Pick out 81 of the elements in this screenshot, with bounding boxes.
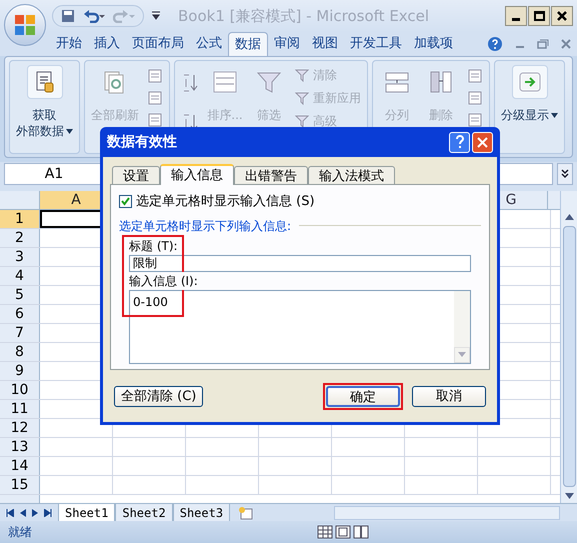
ribbon-tab[interactable]: 公式 (190, 32, 228, 56)
row-header[interactable]: 15 (0, 476, 40, 494)
first-sheet-icon[interactable] (6, 508, 14, 516)
message-field[interactable]: 0-100 (129, 290, 471, 364)
ribbon-tab[interactable]: 审阅 (268, 32, 306, 56)
previous-sheet-icon[interactable] (20, 508, 26, 516)
help-icon[interactable] (487, 36, 503, 52)
dialog-tab[interactable]: 出错警告 (234, 166, 308, 184)
row-header[interactable]: 9 (0, 362, 40, 380)
checkbox-label: 选定单元格时显示输入信息 (S) (136, 193, 315, 211)
funnel-icon (295, 68, 309, 82)
row-header[interactable]: 2 (0, 229, 40, 247)
ribbon-tab[interactable]: 开始 (50, 32, 88, 56)
ribbon-tab[interactable]: 插入 (88, 32, 126, 56)
row-header[interactable]: 13 (0, 438, 40, 456)
dialog-title: 数据有效性 (107, 132, 177, 152)
page-break-icon[interactable] (353, 525, 369, 539)
maximize-button[interactable] (528, 6, 550, 26)
row-header[interactable]: 5 (0, 286, 40, 304)
ribbon-tab[interactable]: 加载项 (408, 32, 459, 56)
field-label: 标题 (T): (129, 238, 179, 254)
ribbon-tab[interactable]: 页面布局 (126, 32, 190, 56)
close-button[interactable] (551, 6, 573, 26)
row-header[interactable]: 12 (0, 419, 40, 437)
table-icon (211, 69, 239, 95)
next-sheet-icon[interactable] (32, 508, 38, 516)
row-header[interactable]: 14 (0, 457, 40, 475)
sheet-tab[interactable]: Sheet1 (58, 504, 116, 522)
close-icon (557, 11, 567, 21)
scroll-up-icon[interactable] (564, 214, 574, 220)
sheet-tab[interactable]: Sheet2 (115, 504, 173, 522)
funnel-icon (295, 91, 309, 105)
vertical-scrollbar[interactable] (560, 191, 577, 503)
help-button[interactable] (449, 132, 470, 152)
customize-toolbar-icon[interactable] (152, 11, 160, 21)
chevron-down-icon (561, 169, 569, 179)
section-label: 选定单元格时显示下列输入信息: (119, 218, 292, 234)
ribbon-tab[interactable]: 视图 (306, 32, 344, 56)
horizontal-scrollbar[interactable] (334, 506, 560, 520)
row-header[interactable]: 11 (0, 400, 40, 418)
save-icon[interactable] (61, 9, 75, 23)
dialog-tab[interactable]: 设置 (112, 166, 160, 184)
normal-view-icon[interactable] (317, 525, 333, 539)
close-icon[interactable] (561, 39, 571, 49)
last-sheet-icon[interactable] (44, 508, 52, 516)
undo-icon[interactable] (83, 9, 105, 23)
title-field[interactable]: 限制 (129, 254, 471, 272)
dialog-tab[interactable]: 输入信息 (160, 164, 234, 185)
row-header[interactable]: 8 (0, 343, 40, 361)
ribbon-button[interactable]: 获取 外部数据 (12, 61, 77, 139)
page-layout-icon[interactable] (335, 525, 351, 539)
help-icon (454, 135, 464, 149)
insert-sheet-icon[interactable] (238, 506, 254, 520)
dialog-button[interactable]: 取消 (412, 386, 486, 407)
sheet-tab[interactable]: Sheet3 (172, 504, 230, 522)
dialog-button[interactable]: 确定 (326, 386, 400, 407)
office-button[interactable] (4, 4, 46, 46)
status-text: 就绪 (8, 524, 32, 541)
restore-icon[interactable] (537, 39, 549, 49)
row-header[interactable]: 4 (0, 267, 40, 285)
row-header[interactable]: 6 (0, 305, 40, 323)
row-header[interactable]: 1 (0, 210, 40, 228)
dialog-tab[interactable]: 输入法模式 (308, 166, 395, 184)
row-header[interactable]: 7 (0, 324, 40, 342)
row-header[interactable]: 3 (0, 248, 40, 266)
ribbon-tab[interactable]: 开发工具 (344, 32, 408, 56)
minimize-button[interactable] (505, 6, 527, 26)
row-header[interactable]: 10 (0, 381, 40, 399)
scroll-thumb[interactable] (562, 226, 576, 487)
scroll-down-icon[interactable] (564, 493, 574, 499)
checkbox[interactable] (119, 195, 132, 208)
window-title: Book1 [兼容模式] - Microsoft Excel (178, 6, 430, 27)
ribbon-tab[interactable]: 数据 (228, 32, 268, 56)
dialog-button[interactable]: 全部清除 (C) (114, 386, 204, 407)
ribbon-button[interactable]: 分级显示 (497, 61, 562, 123)
expand-formula-bar-button[interactable] (557, 163, 573, 185)
office-logo-icon (14, 14, 36, 36)
sort-ascending-icon (181, 73, 199, 93)
close-icon (477, 136, 488, 148)
field-label: 输入信息 (I): (129, 272, 198, 290)
field-scrollbar[interactable] (454, 290, 470, 362)
